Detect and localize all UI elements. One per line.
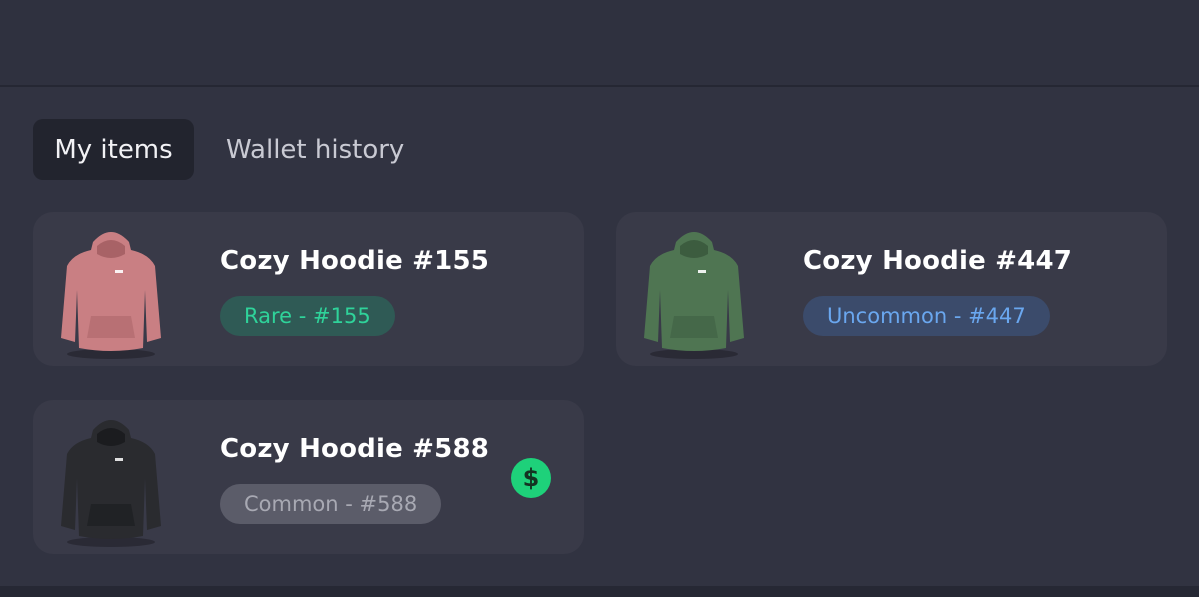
item-card[interactable]: Cozy Hoodie #447 Uncommon - #447 bbox=[616, 212, 1167, 366]
rarity-badge: Common - #588 bbox=[220, 484, 442, 524]
tab-wallet-history[interactable]: Wallet history bbox=[202, 119, 428, 180]
rarity-badge: Uncommon - #447 bbox=[803, 296, 1050, 336]
tab-my-items[interactable]: My items bbox=[33, 119, 194, 180]
tab-bar: My items Wallet history bbox=[33, 119, 428, 180]
top-bar bbox=[0, 0, 1199, 87]
bottom-bar bbox=[0, 586, 1199, 597]
hoodie-icon bbox=[61, 420, 161, 547]
dollar-icon[interactable]: $ bbox=[511, 458, 551, 498]
item-title: Cozy Hoodie #155 bbox=[220, 246, 490, 276]
item-card[interactable]: Cozy Hoodie #588 Common - #588 $ bbox=[33, 400, 584, 554]
item-title: Cozy Hoodie #588 bbox=[220, 434, 490, 464]
item-title: Cozy Hoodie #447 bbox=[803, 246, 1073, 276]
hoodie-icon bbox=[644, 232, 744, 359]
item-card[interactable]: Cozy Hoodie #155 Rare - #155 bbox=[33, 212, 584, 366]
hoodie-icon bbox=[61, 232, 161, 359]
rarity-badge: Rare - #155 bbox=[220, 296, 395, 336]
